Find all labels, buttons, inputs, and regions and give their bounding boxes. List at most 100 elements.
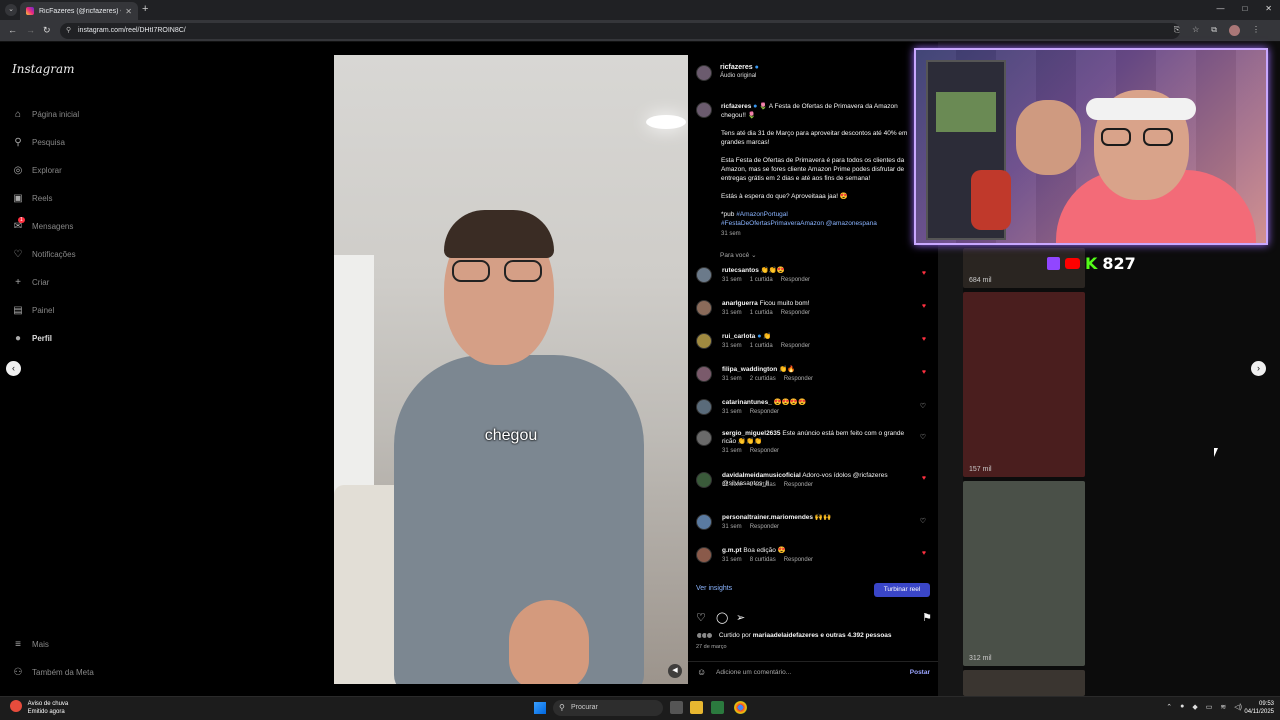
chevron-up-icon[interactable]: ⌃ (1166, 703, 1172, 711)
comment-like-heart-icon[interactable]: ♥ (922, 369, 926, 376)
background-thumbnail[interactable]: 157 mil (963, 292, 1085, 477)
commenter-username[interactable]: rutecsantos (722, 267, 759, 274)
comment-likes[interactable]: 2 curtidas (750, 482, 776, 488)
commenter-username[interactable]: anarlguerra (722, 300, 758, 307)
reply-link[interactable]: Responder (781, 310, 810, 316)
sidebar-item-messages[interactable]: ✉ 1 Mensagens (12, 212, 79, 240)
commenter-username[interactable]: catarinantunes_ (722, 399, 772, 406)
sidebar-item-profile[interactable]: ● Perfil (12, 324, 79, 352)
sidebar-item-search[interactable]: ⚲ Pesquisa (12, 128, 79, 156)
commenter-avatar[interactable] (696, 547, 712, 563)
instagram-logo[interactable]: Instagram (12, 62, 75, 76)
sidebar-item-explore[interactable]: ◎ Explorar (12, 156, 79, 184)
reply-link[interactable]: Responder (784, 376, 813, 382)
store-icon[interactable] (711, 701, 724, 714)
commenter-username[interactable]: davidalmeidamusicoficial (722, 472, 801, 479)
comment-likes[interactable]: 1 curtida (750, 310, 773, 316)
site-info-icon[interactable]: ⚲ (66, 23, 71, 39)
like-heart-icon[interactable]: ♡ (696, 611, 706, 624)
liked-by[interactable]: Curtido por mariaadelaidefazeres e outra… (696, 632, 892, 639)
commenter-username[interactable]: g.m.pt (722, 547, 742, 554)
comment-like-heart-icon[interactable]: ♥ (922, 270, 926, 277)
comment-likes[interactable]: 2 curtidas (750, 376, 776, 382)
maximize-icon[interactable]: □ (1242, 4, 1247, 13)
hashtag-link[interactable]: #AmazonPortugal (736, 211, 788, 218)
sidebar-item-dashboard[interactable]: ▤ Painel (12, 296, 79, 324)
view-insights-link[interactable]: Ver insights (696, 585, 732, 592)
commenter-avatar[interactable] (696, 366, 712, 382)
windows-start-icon[interactable] (534, 702, 546, 714)
sidebar-item-create[interactable]: + Criar (12, 268, 79, 296)
reply-link[interactable]: Responder (750, 524, 779, 530)
close-window-icon[interactable]: ✕ (1265, 4, 1272, 13)
browser-tab[interactable]: RicFazeres (@ricfazeres) • I ✕ (20, 2, 138, 20)
tab-list-button[interactable]: ⌄ (5, 4, 17, 16)
sidebar-item-notifications[interactable]: ♡ Notificações (12, 240, 79, 268)
menu-dots-icon[interactable]: ⋮ (1252, 25, 1260, 36)
extensions-icon[interactable]: ⧉ (1211, 25, 1217, 36)
comment-like-heart-icon[interactable]: ♡ (920, 433, 926, 441)
comment-likes[interactable]: 1 curtida (750, 343, 773, 349)
comment-like-heart-icon[interactable]: ♥ (922, 550, 926, 557)
commenter-username[interactable]: sergio_miguel2635 (722, 430, 781, 437)
reply-link[interactable]: Responder (781, 277, 810, 283)
comment-sort-dropdown[interactable]: Para você ⌄ (720, 251, 757, 259)
install-icon[interactable]: ⎘ (1174, 25, 1180, 36)
sidebar-item-meta[interactable]: ⚇ Também da Meta (12, 658, 94, 686)
forward-icon[interactable]: → (26, 25, 35, 35)
previous-reel-arrow-icon[interactable]: ‹ (6, 361, 21, 376)
task-view-icon[interactable] (670, 701, 683, 714)
author-username[interactable]: ricfazeres (720, 64, 753, 71)
reply-link[interactable]: Responder (784, 482, 813, 488)
taskbar-clock[interactable]: 09:53 04/11/2025 (1244, 700, 1274, 716)
comment-bubble-icon[interactable]: ◯ (716, 611, 728, 624)
new-tab-button[interactable]: + (142, 3, 148, 15)
comment-input[interactable]: Adicione um comentário... (716, 669, 791, 676)
comment-like-heart-icon[interactable]: ♥ (922, 303, 926, 310)
author-avatar[interactable] (696, 65, 712, 81)
next-reel-arrow-icon[interactable]: › (1251, 361, 1266, 376)
comment-like-heart-icon[interactable]: ♡ (920, 517, 926, 525)
hashtag-links[interactable]: #FestaDeOfertasPrimaveraAmazon @amazones… (721, 219, 916, 228)
weather-widget[interactable]: Aviso de chuva Emitido agora (10, 700, 68, 716)
bookmark-star-icon[interactable]: ☆ (1192, 25, 1199, 36)
sound-toggle-icon[interactable]: ◀ (668, 664, 682, 678)
file-explorer-icon[interactable] (690, 701, 703, 714)
commenter-avatar[interactable] (696, 300, 712, 316)
boost-reel-button[interactable]: Turbinar reel (874, 583, 930, 597)
comment-like-heart-icon[interactable]: ♥ (922, 336, 926, 343)
chrome-icon[interactable] (734, 701, 747, 714)
comment-likes[interactable]: 1 curtida (750, 277, 773, 283)
back-icon[interactable]: ← (8, 25, 17, 35)
sidebar-item-reels[interactable]: ▣ Reels (12, 184, 79, 212)
network-icon[interactable]: ▭ (1206, 703, 1213, 711)
tray-app-icon[interactable]: ● (1180, 703, 1184, 711)
commenter-username[interactable]: rui_carlota (722, 333, 755, 340)
comment-likes[interactable]: 8 curtidas (750, 557, 776, 563)
bookmark-icon[interactable]: ⚑ (922, 611, 932, 624)
reply-link[interactable]: Responder (784, 557, 813, 563)
commenter-avatar[interactable] (696, 333, 712, 349)
liked-by-count[interactable]: e outras 4.392 pessoas (820, 632, 891, 639)
comment-like-heart-icon[interactable]: ♥ (922, 475, 926, 482)
emoji-icon[interactable]: ☺ (697, 667, 706, 677)
comment-like-heart-icon[interactable]: ♡ (920, 402, 926, 410)
close-tab-icon[interactable]: ✕ (125, 7, 132, 16)
commenter-avatar[interactable] (696, 514, 712, 530)
share-icon[interactable]: ➢ (736, 611, 745, 624)
taskbar-search[interactable]: ⚲ Procurar (553, 700, 663, 716)
reply-link[interactable]: Responder (750, 409, 779, 415)
sidebar-item-home[interactable]: ⌂ Página inicial (12, 100, 79, 128)
reply-link[interactable]: Responder (750, 448, 779, 454)
tray-app-icon[interactable]: ◆ (1192, 703, 1197, 711)
caption-author[interactable]: ricfazeres (721, 103, 751, 110)
liked-by-user[interactable]: mariaadelaidefazeres (753, 632, 819, 639)
audio-label[interactable]: Áudio original (720, 73, 759, 79)
url-field[interactable]: ⚲ instagram.com/reel/DHtI7ROIN8C/ (60, 23, 1180, 39)
commenter-username[interactable]: filipa_waddington (722, 366, 777, 373)
reel-video[interactable]: chegou ◀ (334, 55, 688, 684)
commenter-username[interactable]: personaltrainer.mariomendes (722, 514, 813, 521)
sidebar-item-more[interactable]: ≡ Mais (12, 630, 94, 658)
commenter-avatar[interactable] (696, 472, 712, 488)
commenter-avatar[interactable] (696, 399, 712, 415)
